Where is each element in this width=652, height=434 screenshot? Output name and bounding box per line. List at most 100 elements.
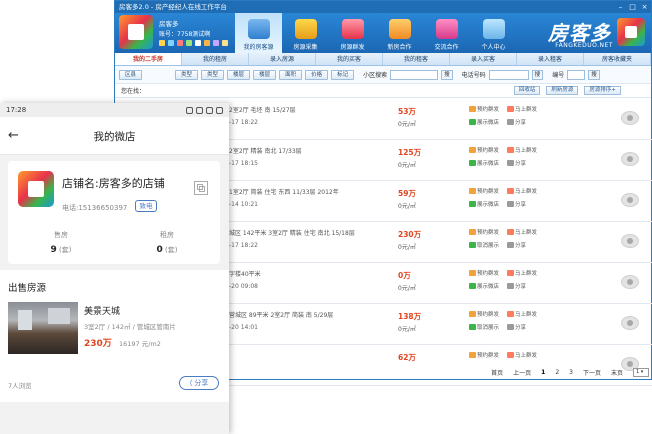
instant-broadcast-button[interactable]: 马上群发 (507, 269, 537, 277)
filter-type-button[interactable]: 类型 (175, 69, 199, 80)
share-listing-button[interactable]: 分享 (507, 323, 526, 331)
star-icon[interactable] (159, 40, 165, 46)
toggle-shop-display-button[interactable]: 取消展示 (469, 241, 499, 249)
listing-description[interactable]: 城区 142平米 3室2厅 精装 住宅 南北 15/18层 (229, 228, 389, 237)
toggle-shop-display-button[interactable]: 取消展示 (469, 323, 499, 331)
instant-broadcast-button[interactable]: 马上群发 (507, 105, 537, 113)
topnav-broadcast[interactable]: 房源群发 (329, 13, 376, 53)
preview-eye-icon[interactable] (621, 152, 639, 166)
minimize-icon[interactable]: – (616, 3, 625, 11)
topnav-new-house[interactable]: 新房合作 (376, 13, 423, 53)
share-listing-button[interactable]: 分享 (507, 282, 526, 290)
settings-icon[interactable] (186, 40, 192, 46)
schedule-broadcast-button[interactable]: 预约群发 (469, 228, 499, 236)
instant-broadcast-button[interactable]: 马上群发 (507, 146, 537, 154)
preview-eye-icon[interactable] (621, 275, 639, 289)
community-search-input[interactable] (390, 69, 439, 80)
phone-search-input[interactable] (488, 69, 529, 80)
page-next[interactable]: 下一页 (583, 368, 601, 377)
alert-icon[interactable] (177, 40, 183, 46)
tab-favorites[interactable]: 房客收藏夹 (584, 53, 651, 65)
schedule-broadcast-button[interactable]: 预约群发 (469, 351, 499, 359)
filter-area-button[interactable]: 面积 (279, 69, 303, 80)
tab-add-listing[interactable]: 录入房源 (249, 53, 316, 65)
page-select[interactable]: 1 ▾ (633, 367, 649, 377)
filter-district-button[interactable]: 区县 (119, 69, 143, 80)
filter-floor2-button[interactable]: 楼层 (253, 69, 277, 80)
instant-broadcast-button[interactable]: 马上群发 (507, 351, 537, 359)
instant-broadcast-label: 马上群发 (515, 312, 538, 318)
tab-my-buyers[interactable]: 我的买客 (316, 53, 383, 65)
schedule-broadcast-button[interactable]: 预约群发 (469, 105, 499, 113)
preview-eye-icon[interactable] (621, 193, 639, 207)
community-search-button[interactable]: 搜 (441, 69, 453, 80)
share-listing-button[interactable]: 分享 (507, 241, 526, 249)
topnav-collect[interactable]: 房源采集 (282, 13, 329, 53)
share-listing-button[interactable]: 分享 (507, 200, 526, 208)
filter-type2-button[interactable]: 类型 (201, 69, 225, 80)
topnav-exchange[interactable]: 交流合作 (423, 13, 470, 53)
number-search-button[interactable]: 搜 (588, 69, 600, 80)
page-first[interactable]: 首页 (491, 368, 503, 377)
toggle-shop-display-button[interactable]: 展示微店 (469, 159, 499, 167)
page-2[interactable]: 2 (555, 369, 559, 376)
refresh-listings-button[interactable]: 刷新房源 (546, 86, 579, 95)
page-3[interactable]: 3 (569, 369, 573, 376)
topnav-my-listings[interactable]: 我的房客源 (235, 13, 282, 53)
preview-eye-icon[interactable] (621, 234, 639, 248)
sort-listings-button[interactable]: 房源排序+ (584, 86, 621, 95)
instant-broadcast-button[interactable]: 马上群发 (507, 310, 537, 318)
share-button[interactable]: ⟨ 分享 (179, 376, 219, 390)
page-prev[interactable]: 上一页 (513, 368, 531, 377)
topnav-profile[interactable]: 个人中心 (470, 13, 517, 53)
filter-price-button[interactable]: 价格 (305, 69, 329, 80)
preview-eye-icon[interactable] (621, 111, 639, 125)
number-search-input[interactable] (567, 69, 586, 80)
tab-add-buyer[interactable]: 录入买客 (450, 53, 517, 65)
tab-my-rentals[interactable]: 我的租房 (182, 53, 249, 65)
gift-icon[interactable] (204, 40, 210, 46)
toggle-shop-display-label: 展示微店 (477, 120, 500, 126)
page-last[interactable]: 末页 (611, 368, 623, 377)
phone-search-button[interactable]: 搜 (531, 69, 544, 80)
preview-eye-icon[interactable] (621, 316, 639, 330)
listing-description[interactable]: 字楼40平米 (229, 269, 389, 278)
schedule-broadcast-button[interactable]: 预约群发 (469, 310, 499, 318)
house-name[interactable]: 美景天城 (84, 304, 120, 317)
recycle-bin-button[interactable]: 回收站 (513, 86, 541, 95)
tab-my-secondhand[interactable]: 我的二手房 (115, 53, 182, 65)
house-photo[interactable] (8, 302, 78, 354)
rent-count[interactable]: 0 (套) (114, 245, 220, 255)
sale-count[interactable]: 9 (套) (8, 245, 114, 255)
filter-mark-button[interactable]: 标记 (331, 69, 355, 80)
qr-code-icon[interactable] (194, 181, 208, 195)
message-icon[interactable] (168, 40, 174, 46)
share-listing-button[interactable]: 分享 (507, 159, 526, 167)
schedule-broadcast-button[interactable]: 预约群发 (469, 146, 499, 154)
toggle-shop-display-button[interactable]: 展示微店 (469, 282, 499, 290)
close-icon[interactable]: × (640, 3, 649, 11)
coin-icon[interactable] (222, 40, 228, 46)
listing-description[interactable]: 2室2厅 精装 南北 17/33层 (229, 146, 389, 155)
tab-my-tenants[interactable]: 我的租客 (383, 53, 450, 65)
tab-add-tenant[interactable]: 录入租客 (517, 53, 584, 65)
schedule-broadcast-button[interactable]: 预约群发 (469, 269, 499, 277)
page-1[interactable]: 1 (541, 369, 545, 376)
filter-floor-button[interactable]: 楼层 (227, 69, 251, 80)
app-logo-icon (119, 15, 153, 49)
maximize-icon[interactable]: □ (628, 3, 637, 11)
listing-description[interactable]: 2室2厅 毛坯 南 15/27层 (229, 105, 389, 114)
listing-description[interactable]: 营城区 89平米 2室2厅 简装 南 5/29层 (229, 310, 389, 319)
user-icon[interactable] (213, 40, 219, 46)
help-icon[interactable] (195, 40, 201, 46)
share-listing-button[interactable]: 分享 (507, 118, 526, 126)
call-button[interactable]: 致电 (135, 200, 157, 212)
toggle-shop-display-button[interactable]: 展示微店 (469, 118, 499, 126)
toggle-shop-display-button[interactable]: 展示微店 (469, 200, 499, 208)
instant-broadcast-button[interactable]: 马上群发 (507, 187, 537, 195)
schedule-broadcast-label: 预约群发 (477, 312, 500, 318)
schedule-broadcast-button[interactable]: 预约群发 (469, 187, 499, 195)
instant-broadcast-label: 马上群发 (515, 189, 538, 195)
listing-description[interactable]: 1室2厅 简装 住宅 东西 11/33层 2012年 (229, 187, 389, 196)
instant-broadcast-button[interactable]: 马上群发 (507, 228, 537, 236)
